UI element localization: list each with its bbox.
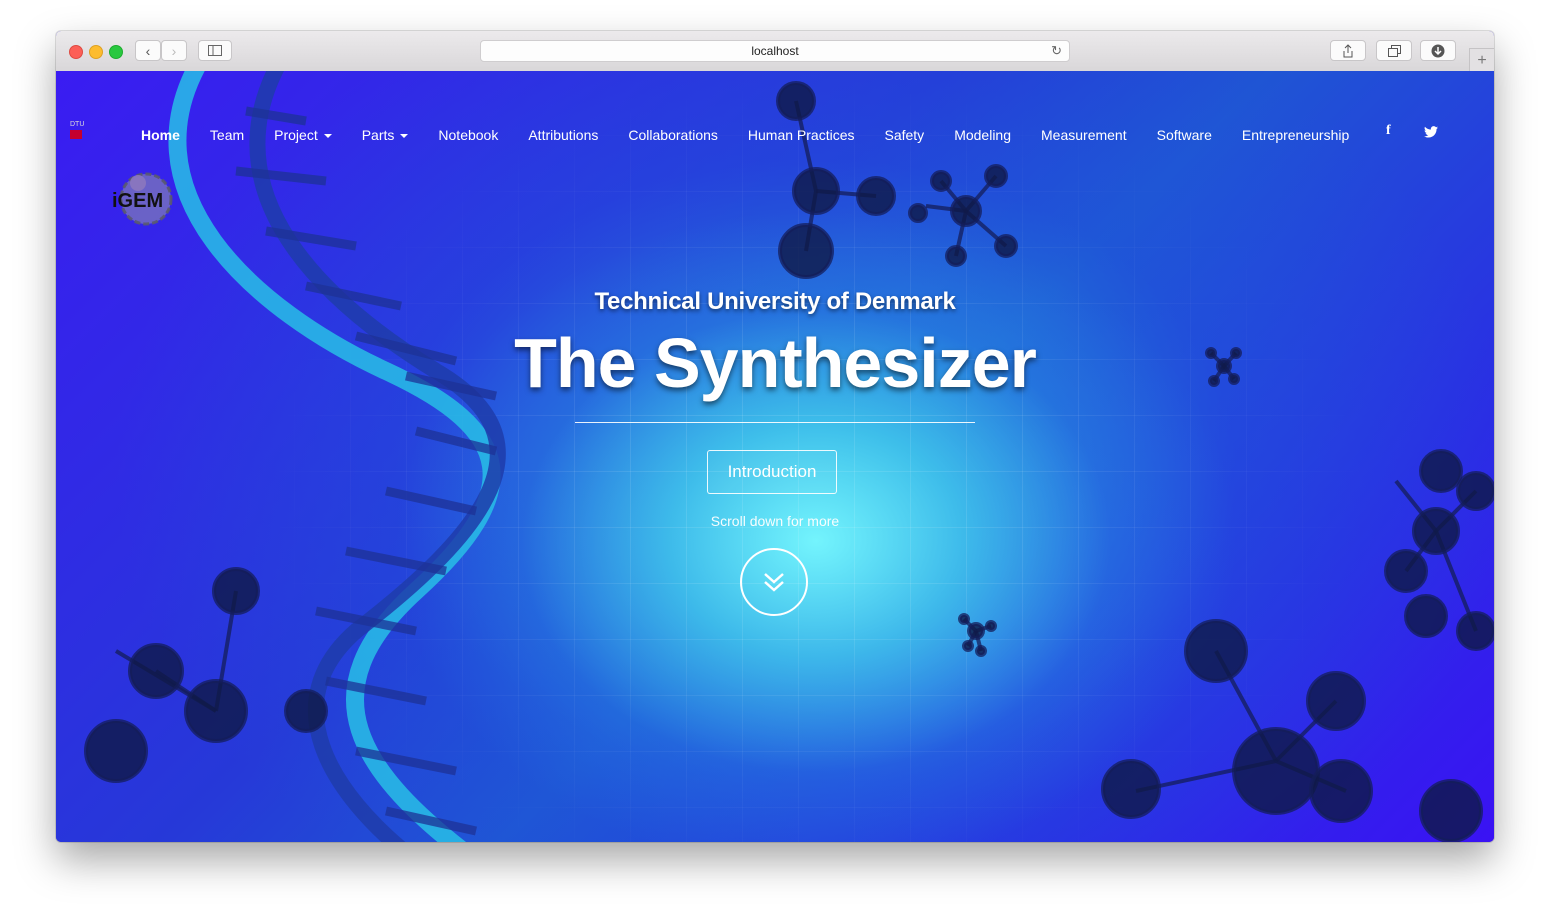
twitter-icon[interactable] [1424, 126, 1438, 138]
double-chevron-down-icon [764, 573, 784, 592]
minimize-window-icon[interactable] [89, 45, 103, 59]
facebook-icon[interactable]: f [1386, 123, 1391, 139]
chevron-right-icon: › [171, 42, 177, 59]
nav-item-label: Parts [361, 127, 395, 143]
main-navigation: Home Team Project Parts Notebook Attribu… [141, 127, 1379, 143]
tabs-icon [1387, 44, 1401, 57]
new-tab-button[interactable]: + [1469, 48, 1494, 72]
nav-item-label: Project [274, 127, 318, 143]
nav-item-label: Modeling [954, 127, 1012, 143]
caret-down-icon [400, 134, 409, 138]
dtu-logo[interactable]: DTU [70, 121, 84, 139]
scroll-down-button[interactable] [740, 548, 808, 616]
nav-item-software[interactable]: Software [1157, 127, 1212, 143]
tabs-overview-button[interactable] [1376, 40, 1412, 61]
nav-item-label: Safety [884, 127, 925, 143]
nav-item-team[interactable]: Team [210, 127, 244, 143]
hero-subtitle: Technical University of Denmark [594, 288, 956, 315]
hero-title: The Synthesizer [514, 324, 1037, 402]
downloads-button[interactable] [1420, 40, 1456, 61]
sidebar-toggle-button[interactable] [198, 40, 232, 61]
address-bar[interactable]: localhost ↻ [480, 40, 1070, 62]
zoom-window-icon[interactable] [109, 45, 123, 59]
url-text: localhost [751, 44, 799, 58]
nav-item-parts[interactable]: Parts [362, 127, 409, 143]
nav-item-label: Software [1156, 127, 1212, 143]
nav-item-label: Home [141, 127, 180, 143]
download-icon [1431, 44, 1445, 57]
nav-item-measurement[interactable]: Measurement [1041, 127, 1127, 143]
nav-item-label: Human Practices [747, 127, 855, 143]
plus-icon: + [1477, 51, 1487, 69]
close-window-icon[interactable] [69, 45, 83, 59]
igem-logo[interactable]: iGEM [110, 169, 190, 229]
browser-titlebar: ‹ › localhost ↻ + [56, 31, 1494, 72]
nav-item-label: Notebook [438, 127, 499, 143]
share-icon [1343, 43, 1353, 57]
nav-item-collaborations[interactable]: Collaborations [628, 127, 718, 143]
hero-divider [575, 422, 975, 423]
back-button[interactable]: ‹ [135, 40, 161, 61]
nav-item-notebook[interactable]: Notebook [438, 127, 498, 143]
nav-item-human-practices[interactable]: Human Practices [748, 127, 855, 143]
nav-item-project[interactable]: Project [274, 127, 332, 143]
introduction-button[interactable]: Introduction [707, 450, 837, 494]
forward-button[interactable]: › [161, 40, 187, 61]
reload-icon[interactable]: ↻ [1051, 43, 1062, 59]
nav-item-label: Measurement [1041, 127, 1127, 143]
nav-item-entrepreneurship[interactable]: Entrepreneurship [1242, 127, 1349, 143]
chevron-left-icon: ‹ [145, 42, 151, 59]
nav-item-label: Attributions [528, 127, 599, 143]
dtu-logo-text: DTU [70, 121, 85, 128]
nav-item-label: Entrepreneurship [1241, 127, 1350, 143]
browser-window: ‹ › localhost ↻ + DTU iGEM Home Team Pro… [56, 31, 1494, 842]
nav-item-safety[interactable]: Safety [884, 127, 924, 143]
nav-item-home[interactable]: Home [141, 127, 180, 143]
scroll-hint-text: Scroll down for more [710, 513, 840, 529]
caret-down-icon [323, 134, 332, 138]
share-button[interactable] [1330, 40, 1366, 61]
nav-item-modeling[interactable]: Modeling [954, 127, 1011, 143]
dtu-logo-mark [70, 130, 82, 139]
nav-item-attributions[interactable]: Attributions [528, 127, 598, 143]
sidebar-icon [208, 45, 222, 56]
nav-item-label: Collaborations [628, 127, 718, 143]
igem-logo-text: iGEM [112, 190, 163, 212]
nav-item-label: Team [209, 127, 245, 143]
hero-section: DTU iGEM Home Team Project Parts Noteboo… [56, 71, 1494, 842]
